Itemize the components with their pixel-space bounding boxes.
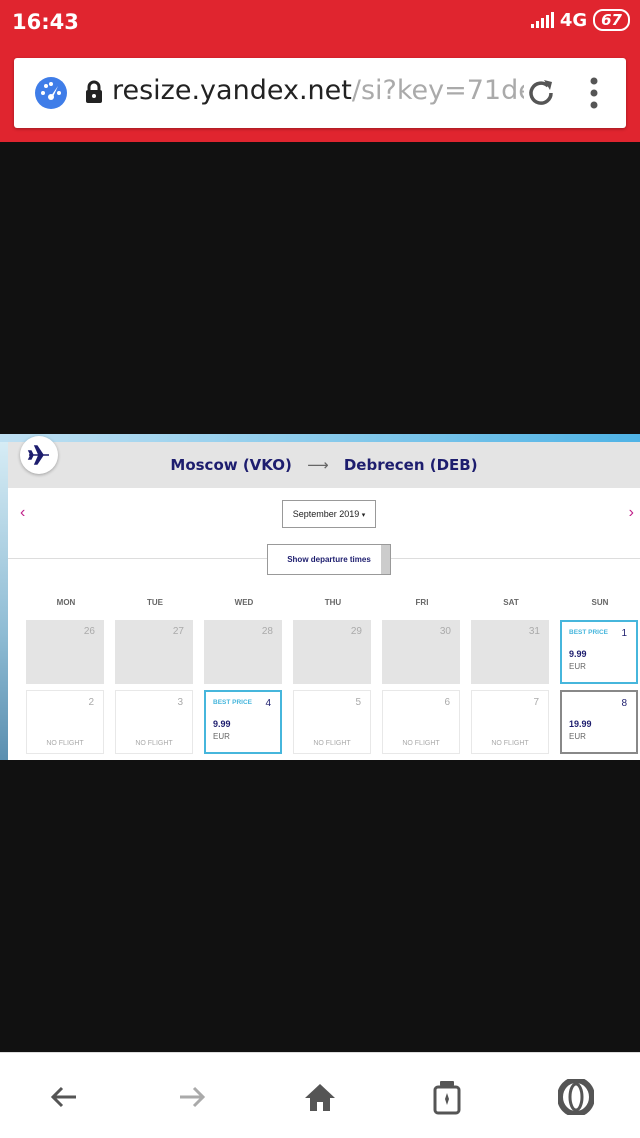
browser-toolbar: resize.yandex.net/si?key=71deb5 (0, 44, 640, 142)
no-flight-label: NO FLIGHT (46, 740, 84, 747)
calendar-screenshot: Moscow (VKO) ⟶ Debrecen (DEB) ‹ › Septem… (0, 434, 640, 760)
currency: EUR (569, 662, 586, 671)
calendar-day-no-flight: 2 NO FLIGHT (26, 690, 104, 754)
month-label: September 2019 (292, 509, 360, 519)
plane-icon (27, 445, 49, 465)
route-header: Moscow (VKO) ⟶ Debrecen (DEB) (8, 442, 640, 488)
calendar-day: 29 (293, 620, 371, 684)
opera-menu-button[interactable] (556, 1077, 596, 1117)
weekday-label: FRI (415, 598, 429, 607)
calendar-panel: ‹ › September 2019 ▾ Show departure time… (8, 488, 640, 760)
calendar-day[interactable]: 8 19.99 EUR (560, 690, 638, 754)
status-bar: 16:43 4G 67 (0, 0, 640, 44)
weekday-label: SAT (503, 598, 519, 607)
best-price-label: BEST PRICE (213, 699, 253, 706)
calendar-day: 26 (26, 620, 104, 684)
signal-icon (530, 12, 554, 28)
arrow-left-icon (50, 1086, 76, 1108)
image-viewer: Moscow (VKO) ⟶ Debrecen (DEB) ‹ › Septem… (0, 142, 640, 1052)
weekday-label: THU (324, 598, 342, 607)
calendar-day: 27 (115, 620, 193, 684)
day-number: 31 (528, 626, 540, 637)
weekday-header: MON TUE WED THU FRI SAT SUN (26, 598, 638, 610)
origin-label: Moscow (VKO) (170, 456, 292, 474)
price: 9.99 (213, 719, 231, 729)
plane-badge (20, 436, 58, 474)
weekday-label: WED (234, 598, 254, 607)
url-text[interactable]: resize.yandex.net/si?key=71deb5 (112, 75, 524, 106)
price: 19.99 (569, 719, 592, 729)
day-number: 8 (621, 698, 627, 709)
status-indicators: 4G 67 (530, 9, 630, 31)
calendar-day-no-flight: 5 NO FLIGHT (293, 690, 371, 754)
url-domain: resize.yandex.net (112, 75, 352, 106)
tabs-icon (433, 1081, 461, 1115)
day-number: 2 (88, 697, 94, 708)
prev-month-button[interactable]: ‹ (20, 504, 25, 522)
no-flight-label: NO FLIGHT (135, 740, 173, 747)
address-bar[interactable]: resize.yandex.net/si?key=71deb5 (14, 58, 626, 128)
weekday-label: SUN (591, 598, 609, 607)
battery-indicator: 67 (593, 9, 630, 31)
calendar-day-no-flight: 3 NO FLIGHT (115, 690, 193, 754)
calendar-day: 30 (382, 620, 460, 684)
month-select[interactable]: September 2019 ▾ (282, 500, 376, 528)
opera-icon (558, 1079, 594, 1115)
day-number: 30 (439, 626, 451, 637)
day-number: 6 (444, 697, 450, 708)
destination-label: Debrecen (DEB) (343, 456, 478, 474)
day-number: 26 (83, 626, 95, 637)
currency: EUR (569, 732, 586, 741)
calendar-day-best-price[interactable]: BEST PRICE 1 9.99 EUR (560, 620, 638, 684)
day-number: 3 (177, 697, 183, 708)
network-label: 4G (559, 9, 588, 31)
sky-strip (0, 434, 640, 442)
calendar-day: 28 (204, 620, 282, 684)
day-number: 7 (533, 697, 539, 708)
home-icon (305, 1084, 335, 1111)
calendar-day-no-flight: 6 NO FLIGHT (382, 690, 460, 754)
speedometer-icon[interactable] (34, 76, 68, 110)
tabs-button[interactable] (427, 1077, 467, 1117)
back-button[interactable] (44, 1077, 84, 1117)
price: 9.99 (569, 649, 587, 659)
status-time: 16:43 (12, 10, 79, 34)
bottom-navigation (0, 1052, 640, 1138)
day-number: 27 (172, 626, 184, 637)
no-flight-label: NO FLIGHT (313, 740, 351, 747)
url-path: /si?key=71deb5 (351, 75, 524, 106)
weekday-label: TUE (147, 598, 163, 607)
home-button[interactable] (300, 1077, 340, 1117)
day-number: 5 (355, 697, 361, 708)
arrow-right-icon (180, 1086, 206, 1108)
calendar-day: 31 (471, 620, 549, 684)
show-departure-times-button[interactable]: Show departure times (267, 544, 391, 575)
no-flight-label: NO FLIGHT (402, 740, 440, 747)
chevron-down-icon: ▾ (361, 512, 366, 519)
next-month-button[interactable]: › (629, 504, 634, 522)
currency: EUR (213, 732, 230, 741)
forward-button[interactable] (172, 1077, 212, 1117)
calendar-day-best-price[interactable]: BEST PRICE 4 9.99 EUR (204, 690, 282, 754)
best-price-label: BEST PRICE (569, 629, 609, 636)
no-flight-label: NO FLIGHT (491, 740, 529, 747)
day-number: 29 (350, 626, 362, 637)
day-number: 1 (621, 628, 627, 639)
weekday-label: MON (56, 598, 76, 607)
reload-icon[interactable] (524, 76, 558, 110)
sea-strip (0, 442, 8, 760)
route-arrow: ⟶ (307, 456, 329, 474)
day-number: 28 (261, 626, 273, 637)
more-vert-icon[interactable] (584, 76, 604, 110)
lock-icon (86, 80, 102, 103)
day-number: 4 (265, 698, 271, 709)
calendar-day-no-flight: 7 NO FLIGHT (471, 690, 549, 754)
